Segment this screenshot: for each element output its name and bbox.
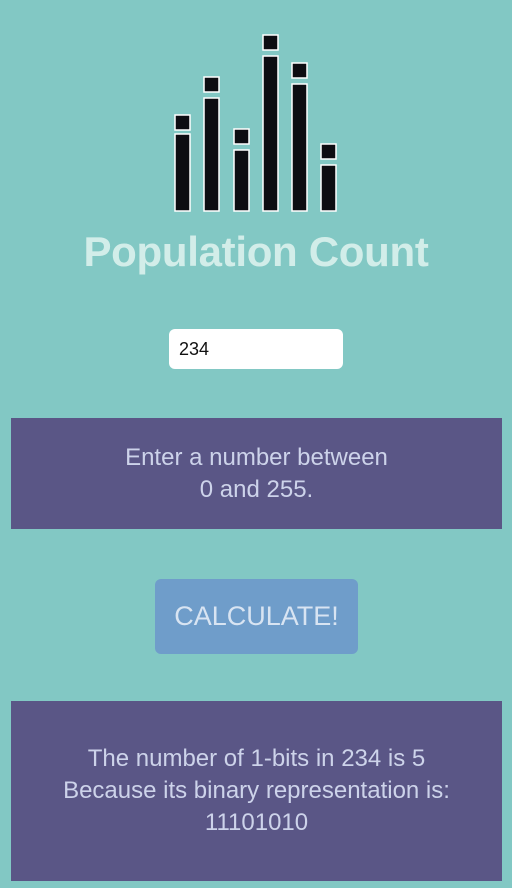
result-line-2: Because its binary representation is: — [63, 777, 450, 804]
app-title: Population Count — [83, 228, 429, 275]
instruction-line-2: 0 and 255. — [199, 475, 314, 503]
logo-bar-chart-icon — [174, 34, 337, 212]
number-input[interactable] — [169, 329, 343, 369]
result-binary: 11101010 — [204, 809, 309, 836]
result-panel: The number of 1-bits in 234 is 5 Because… — [11, 701, 502, 881]
result-line-1: The number of 1-bits in 234 is 5 — [87, 745, 426, 772]
instruction-line-1: Enter a number between — [125, 443, 388, 471]
instruction-panel: Enter a number between 0 and 255. — [11, 418, 502, 529]
calculate-button[interactable]: CALCULATE! — [155, 579, 358, 654]
